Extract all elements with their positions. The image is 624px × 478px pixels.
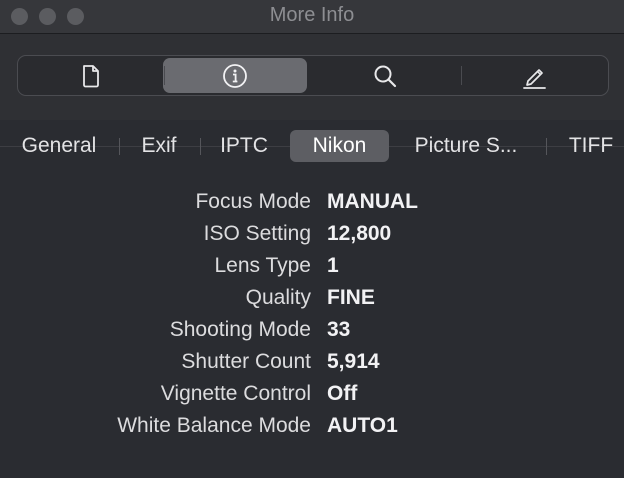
property-label: Shutter Count	[181, 350, 311, 373]
metadata-tab-bar: General Exif IPTC Nikon Picture S... TIF…	[0, 120, 624, 174]
tab-tiff[interactable]: TIFF	[560, 130, 622, 162]
property-row-quality: Quality FINE	[0, 282, 624, 314]
property-value: FINE	[327, 286, 375, 309]
property-label: White Balance Mode	[117, 414, 311, 437]
more-info-segment[interactable]	[163, 58, 307, 93]
edit-segment[interactable]	[464, 58, 604, 93]
property-row-focus-mode: Focus Mode MANUAL	[0, 186, 624, 218]
segment-divider	[164, 66, 165, 85]
tab-picture-style[interactable]: Picture S...	[400, 130, 532, 162]
tab-iptc[interactable]: IPTC	[210, 130, 278, 162]
property-value: 33	[327, 318, 351, 341]
property-value: MANUAL	[327, 190, 418, 213]
segment-divider	[461, 66, 462, 85]
property-row-shutter-count: Shutter Count 5,914	[0, 346, 624, 378]
search-segment[interactable]	[312, 58, 458, 93]
property-label: Vignette Control	[160, 382, 311, 405]
general-info-segment[interactable]	[22, 58, 160, 93]
property-value: 5,914	[327, 350, 380, 373]
tab-nikon[interactable]: Nikon	[290, 130, 389, 162]
property-row-vignette-control: Vignette Control Off	[0, 378, 624, 410]
property-label: Focus Mode	[195, 190, 311, 213]
window-title: More Info	[269, 4, 355, 26]
search-icon	[372, 63, 398, 89]
toolbar	[0, 34, 624, 120]
info-icon	[222, 63, 248, 89]
tab-separator	[546, 138, 547, 155]
tab-separator	[200, 138, 201, 155]
property-label: ISO Setting	[203, 222, 311, 245]
property-row-white-balance-mode: White Balance Mode AUTO1	[0, 410, 624, 442]
property-value: 12,800	[327, 222, 392, 245]
property-label: Lens Type	[214, 254, 311, 277]
tab-separator	[119, 138, 120, 155]
property-row-iso-setting: ISO Setting 12,800	[0, 218, 624, 250]
tab-general[interactable]: General	[10, 130, 108, 162]
document-icon	[81, 64, 101, 88]
title-bar: More Info	[0, 0, 624, 34]
property-label: Shooting Mode	[169, 318, 311, 341]
pencil-icon	[520, 62, 548, 90]
property-label: Quality	[245, 286, 311, 309]
inspector-segmented-control	[17, 55, 609, 96]
property-value: AUTO1	[327, 414, 398, 437]
property-row-lens-type: Lens Type 1	[0, 250, 624, 282]
property-row-shooting-mode: Shooting Mode 33	[0, 314, 624, 346]
tab-exif[interactable]: Exif	[128, 130, 190, 162]
property-value: Off	[327, 382, 358, 405]
property-value: 1	[327, 254, 339, 277]
